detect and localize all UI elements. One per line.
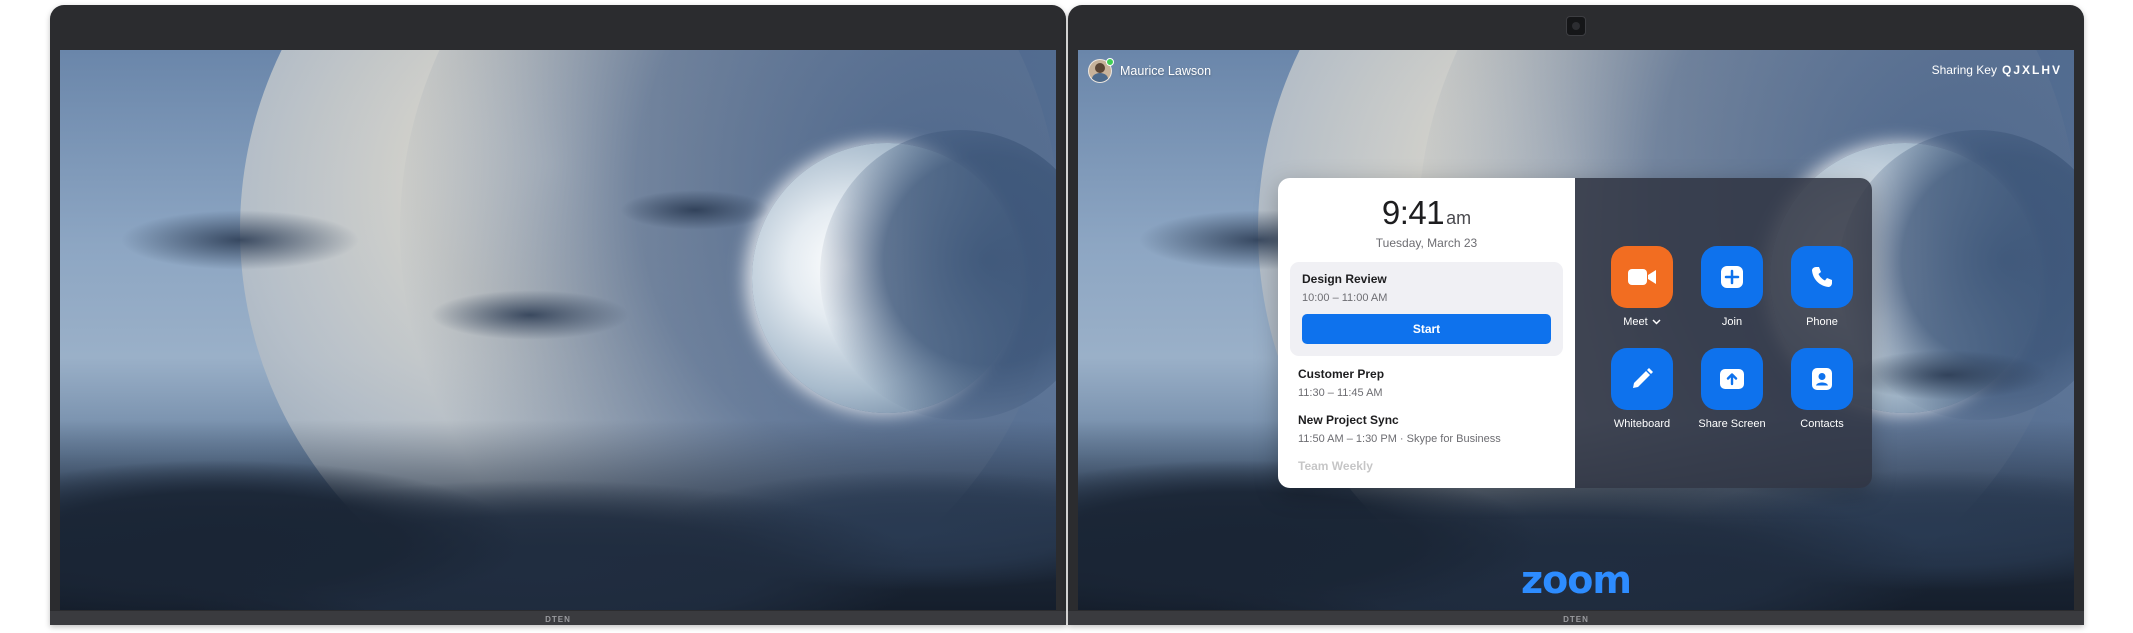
bezel-bottom: DTEN	[1068, 611, 2084, 625]
plus-icon	[1721, 266, 1743, 288]
join-button[interactable]	[1701, 246, 1763, 308]
join-label: Join	[1721, 316, 1743, 328]
action-grid: Meet Join Phone Whiteboard Share Screen …	[1597, 246, 1853, 430]
meet-action[interactable]: Meet	[1597, 246, 1687, 328]
clock-time: 9:41	[1381, 194, 1445, 231]
meeting-time: 11:30 – 11:45 AM	[1298, 387, 1383, 399]
meeting-list-item[interactable]: Team Weekly	[1278, 459, 1575, 473]
wallpaper-cloud	[120, 210, 360, 270]
contacts-icon	[1812, 368, 1832, 390]
meeting-card-current[interactable]: Design Review 10:00 – 11:00 AM Start	[1290, 262, 1563, 356]
meeting-title: Team Weekly	[1298, 459, 1373, 473]
meeting-list-item[interactable]: Customer Prep 11:30 – 11:45 AM	[1278, 367, 1575, 399]
contacts-button[interactable]	[1791, 348, 1853, 410]
meeting-title: New Project Sync	[1298, 413, 1399, 427]
share-screen-icon	[1720, 369, 1744, 389]
share-screen-button[interactable]	[1701, 348, 1763, 410]
home-panel: 9:41 am Tuesday, March 23 Design Review 1…	[1278, 178, 1872, 488]
wallpaper-cloud	[1848, 350, 2048, 400]
clock: 9:41 am Tuesday, March 23	[1278, 194, 1575, 250]
share-screen-action[interactable]: Share Screen	[1687, 348, 1777, 430]
meet-label: Meet	[1623, 316, 1648, 328]
wallpaper-cloud	[430, 290, 630, 340]
clock-date: Tuesday, March 23	[1375, 236, 1478, 250]
join-action[interactable]: Join	[1687, 246, 1777, 328]
user-profile[interactable]: Maurice Lawson	[1088, 58, 1212, 83]
right-display: Maurice Lawson Sharing Key QJXLHV 9:41 am…	[1068, 5, 2084, 625]
meeting-time: 10:00 – 11:00 AM	[1302, 292, 1388, 304]
wallpaper-clouds	[60, 420, 1056, 610]
whiteboard-button[interactable]	[1611, 348, 1673, 410]
chevron-down-icon[interactable]	[1652, 319, 1661, 325]
phone-action[interactable]: Phone	[1777, 246, 1867, 328]
left-wallpaper	[60, 50, 1056, 610]
meeting-title: Customer Prep	[1298, 367, 1385, 381]
brand-label: DTEN	[545, 615, 571, 624]
meeting-time: 11:50 AM – 1:30 PM · Skype for Business	[1298, 433, 1501, 445]
meeting-list-item[interactable]: New Project Sync 11:50 AM – 1:30 PM · Sk…	[1278, 413, 1575, 445]
schedule-panel: 9:41 am Tuesday, March 23 Design Review 1…	[1278, 178, 1575, 488]
bezel-bottom: DTEN	[50, 611, 1066, 625]
meeting-title: Design Review	[1302, 272, 1387, 286]
phone-label: Phone	[1806, 316, 1838, 328]
wallpaper-cloud	[620, 190, 770, 230]
presence-indicator	[1106, 58, 1114, 66]
phone-button[interactable]	[1791, 246, 1853, 308]
zoom-logo: zoom	[1521, 558, 1632, 602]
pencil-icon	[1633, 368, 1653, 388]
left-display: DTEN	[50, 5, 1066, 625]
start-meeting-button[interactable]: Start	[1302, 314, 1551, 344]
user-name: Maurice Lawson	[1120, 64, 1212, 78]
sharing-key: Sharing Key QJXLHV	[1932, 63, 2062, 77]
meet-button[interactable]	[1611, 246, 1673, 308]
share-screen-label: Share Screen	[1698, 418, 1766, 430]
brand-label: DTEN	[1563, 615, 1589, 624]
video-camera-icon	[1628, 269, 1656, 285]
whiteboard-label: Whiteboard	[1613, 418, 1671, 430]
clock-ampm: am	[1446, 208, 1472, 228]
sharing-key-value: QJXLHV	[2001, 63, 2062, 77]
actions-panel: Meet Join Phone Whiteboard Share Screen …	[1575, 178, 1872, 488]
contacts-action[interactable]: Contacts	[1777, 348, 1867, 430]
contacts-label: Contacts	[1800, 418, 1844, 430]
camera-icon	[1566, 16, 1586, 36]
sharing-key-label: Sharing Key	[1931, 63, 1997, 77]
phone-icon	[1812, 267, 1832, 287]
right-wallpaper: Maurice Lawson Sharing Key QJXLHV 9:41 am…	[1078, 50, 2074, 610]
whiteboard-action[interactable]: Whiteboard	[1597, 348, 1687, 430]
